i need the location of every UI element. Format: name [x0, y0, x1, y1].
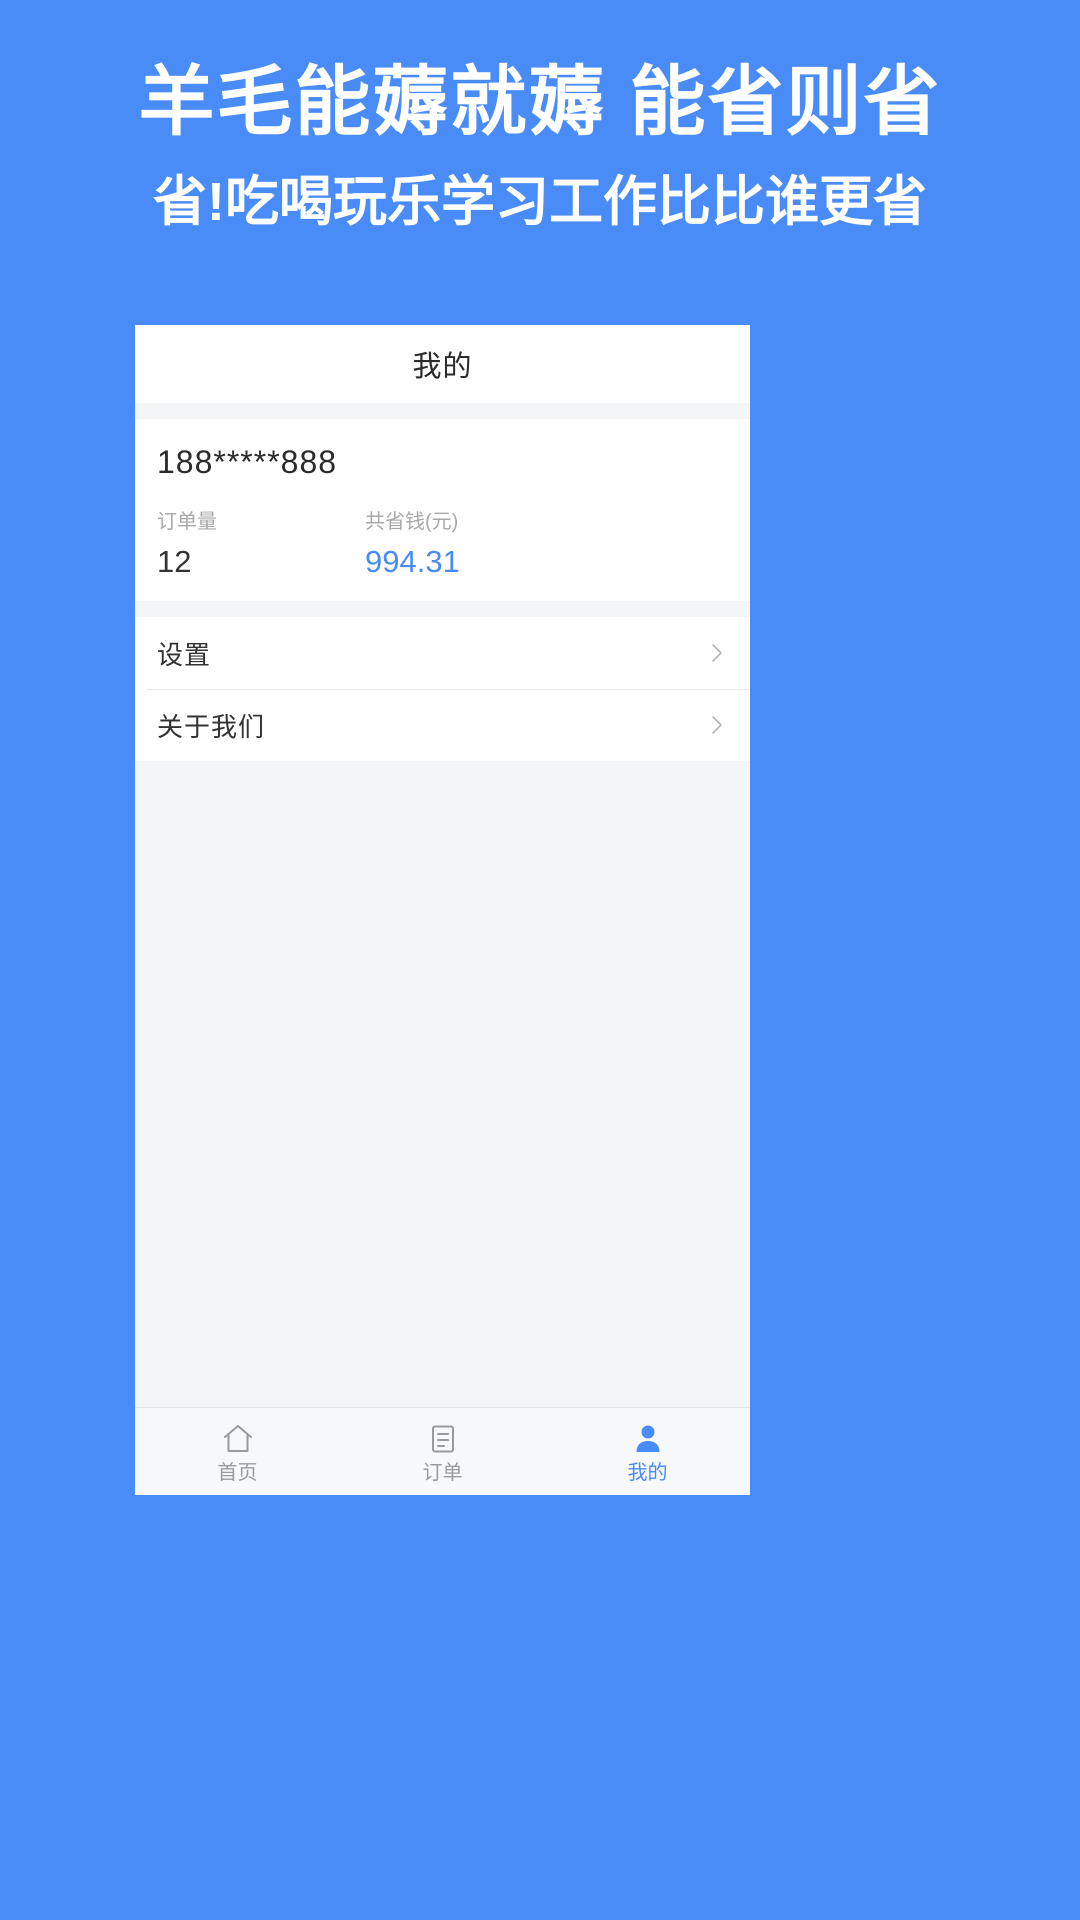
home-icon — [220, 1421, 256, 1457]
section-divider-top — [135, 403, 750, 419]
phone-number-text: 188*****888 — [157, 444, 338, 480]
tab-orders-label: 订单 — [422, 1461, 463, 1484]
stat-savings-label: 共省钱(元) — [365, 511, 459, 534]
page-title: 我的 — [412, 351, 473, 383]
bottom-tab-bar: 首页 订单 我的 — [135, 1407, 750, 1495]
promo-title: 羊毛能薅就薅 能省则省 — [138, 60, 942, 145]
tab-home[interactable]: 首页 — [135, 1408, 340, 1495]
section-divider-middle — [135, 601, 750, 618]
menu-item-about-us[interactable]: 关于我们 — [135, 689, 750, 761]
content-empty-area — [135, 761, 750, 1407]
profile-section: 188*****888 订单量 12 共省钱(元) 994.31 — [135, 419, 750, 602]
stat-savings-value: 994.31 — [365, 544, 460, 580]
menu-item-about-us-label: 关于我们 — [157, 711, 266, 742]
menu-item-settings[interactable]: 设置 — [135, 617, 750, 689]
phone-screen-mockup: 我的 188*****888 订单量 12 共省钱(元) 994.31 设置 关… — [135, 325, 750, 1495]
tab-profile[interactable]: 我的 — [545, 1408, 750, 1495]
stat-orders: 订单量 12 — [157, 510, 365, 579]
tab-home-label: 首页 — [217, 1461, 258, 1484]
tab-profile-label: 我的 — [627, 1461, 668, 1484]
order-list-icon — [425, 1421, 461, 1457]
stat-savings: 共省钱(元) 994.31 — [365, 510, 573, 579]
tab-orders[interactable]: 订单 — [340, 1408, 545, 1495]
app-navbar: 我的 — [135, 325, 750, 403]
menu-list: 设置 关于我们 — [135, 617, 750, 762]
chevron-right-icon — [706, 642, 728, 664]
menu-item-settings-label: 设置 — [157, 639, 212, 670]
promo-banner: 羊毛能薅就薅 能省则省 省!吃喝玩乐学习工作比比谁更省 — [0, 58, 1080, 234]
promo-subtitle: 省!吃喝玩乐学习工作比比谁更省 — [153, 171, 927, 232]
chevron-right-icon — [706, 714, 728, 736]
stat-orders-label: 订单量 — [157, 511, 217, 534]
person-icon — [630, 1421, 666, 1457]
stats-row: 订单量 12 共省钱(元) 994.31 — [157, 510, 728, 579]
stat-orders-value: 12 — [157, 544, 192, 580]
